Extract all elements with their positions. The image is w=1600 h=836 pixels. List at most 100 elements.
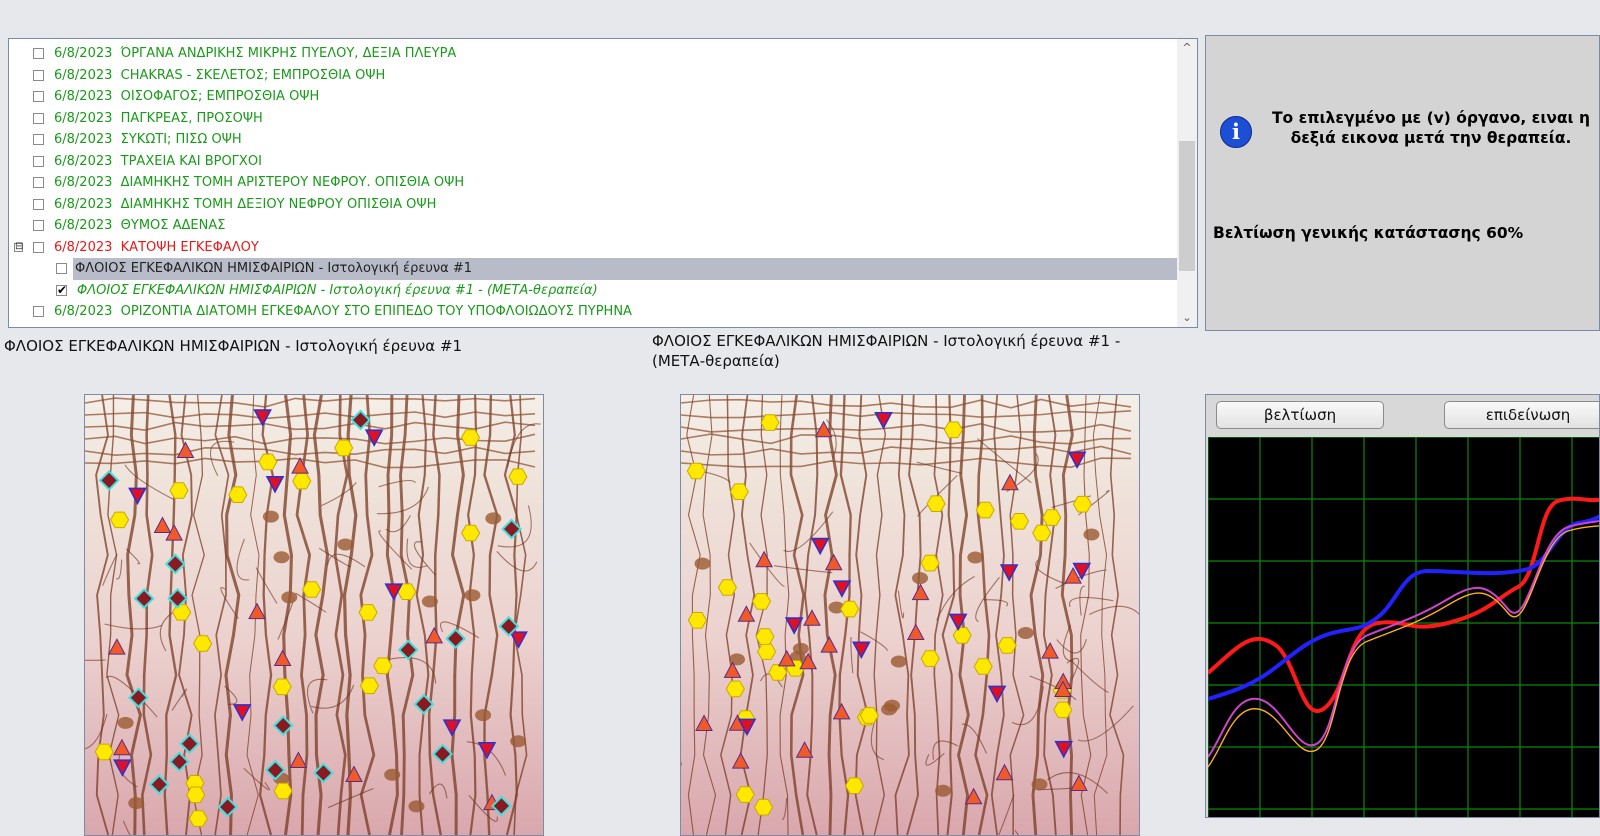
diamond-marker <box>98 470 120 491</box>
triangle-up-marker <box>731 752 750 769</box>
tree-child-row-selected[interactable]: ΦΛΟΙΟΣ ΕΓΚΕΦΑΛΙΚΩΝ ΗΜΙΣΦΑΙΡΙΩΝ - Ιστολογ… <box>9 258 1177 280</box>
diamond-marker <box>445 628 467 650</box>
tissue-fibre <box>854 395 869 835</box>
tissue-fibre <box>932 740 959 760</box>
tissue-fibre <box>171 688 188 711</box>
tissue-fibre <box>974 395 991 835</box>
hexagon-marker <box>943 421 963 439</box>
comparison-graph-panel: βελτίωση επιδείνωση <box>1205 394 1600 818</box>
row-checkbox[interactable] <box>33 155 44 167</box>
tree-row[interactable]: 6/8/2023 ΟΙΣΟΦΑΓΟΣ; ΕΜΠΡΟΣΘΙΑ ΟΨΗ <box>9 86 1177 108</box>
row-checkbox[interactable] <box>33 112 44 124</box>
info-panel: i Το επιλεγμένο με (v) όργανο, ειναι η δ… <box>1205 35 1600 331</box>
hexagon-marker <box>717 579 737 596</box>
tree-row[interactable]: 6/8/2023 ΣΥΚΩΤΙ; ΠΙΣΩ ΟΨΗ <box>9 129 1177 151</box>
triangle-up-marker <box>273 649 292 666</box>
triangle-down-marker <box>128 487 147 506</box>
tree-row[interactable]: 6/8/2023 ΘΥΜΟΣ ΑΔΕΝΑΣ <box>9 215 1177 237</box>
row-date: 6/8/2023 <box>54 153 113 169</box>
hexagon-marker <box>973 658 993 675</box>
improvement-button[interactable]: βελτίωση <box>1216 401 1384 429</box>
triangle-up-marker <box>176 441 195 459</box>
tree-row[interactable]: 6/8/2023 ΠΑΓΚΡΕΑΣ, ΠΡΟΣΟΨΗ <box>9 108 1177 130</box>
triangle-down-marker <box>509 631 528 649</box>
row-checkbox[interactable] <box>33 220 44 231</box>
row-checkbox[interactable] <box>33 306 44 317</box>
row-checkbox[interactable] <box>33 198 44 210</box>
organ-tree-list[interactable]: 6/8/2023 ΌΡΓΑΝΑ ΑΝΔΡΙΚΗΣ ΜΙΚΡΗΣ ΠΥΕΛΟΥ, … <box>8 38 1198 328</box>
tree-row[interactable]: 6/8/2023 ΔΙΑΜΗΚΗΣ ΤΟΜΗ ΔΕΞΙΟΥ ΝΕΦΡΟΥ ΟΠΙ… <box>9 194 1177 216</box>
collapse-icon[interactable]: ⊟ <box>14 241 23 252</box>
row-label: ΔΙΑΜΗΚΗΣ ΤΟΜΗ ΔΕΞΙΟΥ ΝΕΦΡΟΥ ΟΠΙΣΘΙΑ ΟΨΗ <box>120 196 437 212</box>
hexagon-marker <box>461 524 481 542</box>
triangle-down-marker <box>265 475 285 494</box>
tissue-fibre <box>916 461 963 475</box>
row-date: 6/8/2023 <box>54 196 113 212</box>
series-line-blue <box>1207 514 1599 701</box>
triangle-up-marker <box>755 550 773 568</box>
neuron-body <box>935 784 952 797</box>
tissue-fibre <box>255 566 278 604</box>
right-image-caption: ΦΛΟΙΟΣ ΕΓΚΕΦΑΛΙΚΩΝ ΗΜΙΣΦΑΙΡΙΩΝ - Ιστολογ… <box>652 331 1120 371</box>
hexagon-marker <box>188 810 208 827</box>
tissue-fibre <box>681 457 1132 469</box>
scroll-thumb[interactable] <box>1179 141 1195 271</box>
row-checkbox[interactable] <box>33 241 44 253</box>
hexagon-marker <box>926 495 946 512</box>
tree-row[interactable]: 6/8/2023 ΌΡΓΑΝΑ ΑΝΔΡΙΚΗΣ ΜΙΚΡΗΣ ΠΥΕΛΟΥ, … <box>9 43 1177 65</box>
neuron-body <box>117 716 134 729</box>
tissue-fibre <box>483 395 499 835</box>
row-checkbox[interactable] <box>33 48 44 59</box>
row-checkbox[interactable] <box>56 263 67 274</box>
tree-scrollbar[interactable]: ^ ⌄ <box>1177 39 1197 327</box>
neuron-body <box>475 709 492 722</box>
tissue-fibre <box>415 395 430 835</box>
tissue-fibre <box>95 395 110 835</box>
diamond-marker <box>164 553 186 575</box>
hexagon-marker <box>302 581 322 598</box>
row-date: 6/8/2023 <box>54 304 113 319</box>
hexagon-marker <box>258 453 278 471</box>
row-checkbox[interactable] <box>33 134 44 145</box>
neuron-body <box>384 768 401 781</box>
neuron-body <box>281 591 298 604</box>
tissue-fibre <box>104 623 163 630</box>
tissue-fibre <box>1088 605 1139 616</box>
hexagon-marker <box>292 472 312 490</box>
tissue-fibre <box>1060 395 1074 835</box>
row-checkbox[interactable] <box>33 177 44 188</box>
row-checkbox[interactable] <box>33 91 44 102</box>
triangle-up-marker <box>289 751 308 768</box>
hexagon-marker <box>844 777 864 794</box>
tree-row[interactable]: 6/8/2023 ΟΡΙΖΟΝΤΙΑ ΔΙΑΤΟΜΗ ΕΓΚΕΦΑΛΟΥ ΣΤΟ… <box>9 301 1177 323</box>
tree-row[interactable]: 6/8/2023 CHAKRAS - ΣΚΕΛΕΤΟΣ; ΕΜΠΡΟΣΘΙΑ Ο… <box>9 65 1177 87</box>
triangle-up-marker <box>906 623 925 641</box>
tissue-fibre <box>681 433 1132 445</box>
tissue-fibre <box>782 797 788 821</box>
scroll-up-icon[interactable]: ^ <box>1177 39 1197 57</box>
row-label: ΤΡΑΧΕΙΑ ΚΑΙ ΒΡΟΓΧΟΙ <box>120 153 262 169</box>
graph-area <box>1206 436 1599 817</box>
neuron-body <box>1017 627 1034 640</box>
diamond-marker <box>179 733 200 755</box>
tree-row[interactable]: 6/8/2023 ΔΙΑΜΗΚΗΣ ΤΟΜΗ ΑΡΙΣΤΕΡΟΥ ΝΕΦΡΟΥ.… <box>9 172 1177 194</box>
tissue-fibre <box>85 397 536 408</box>
neuron-body <box>464 589 481 602</box>
tissue-fibre <box>702 395 717 835</box>
hexagon-marker <box>725 680 745 698</box>
neuron-body <box>128 797 145 810</box>
triangle-up-marker <box>820 636 839 653</box>
row-checkbox-checked[interactable]: ✔ <box>56 284 67 296</box>
tree-child-row[interactable]: ✔ ΦΛΟΙΟΣ ΕΓΚΕΦΑΛΙΚΩΝ ΗΜΙΣΦΑΙΡΙΩΝ - Ιστολ… <box>9 280 1177 302</box>
row-checkbox[interactable] <box>33 69 44 81</box>
tissue-fibre <box>85 446 536 456</box>
row-date: 6/8/2023 <box>54 175 113 190</box>
diamond-marker <box>432 743 453 765</box>
scroll-down-icon[interactable]: ⌄ <box>1177 309 1197 327</box>
hexagon-marker <box>169 482 189 499</box>
tree-row-expanded[interactable]: ⊟ 6/8/2023 ΚΑΤΟΨΗ ΕΓΚΕΦΑΛΟΥ <box>9 237 1177 259</box>
tissue-markers-before <box>85 395 541 835</box>
tissue-fibre <box>720 395 736 835</box>
tree-row[interactable]: 6/8/2023 ΤΡΑΧΕΙΑ ΚΑΙ ΒΡΟΓΧΟΙ <box>9 151 1177 173</box>
worsening-button[interactable]: επιδείνωση <box>1444 401 1599 429</box>
